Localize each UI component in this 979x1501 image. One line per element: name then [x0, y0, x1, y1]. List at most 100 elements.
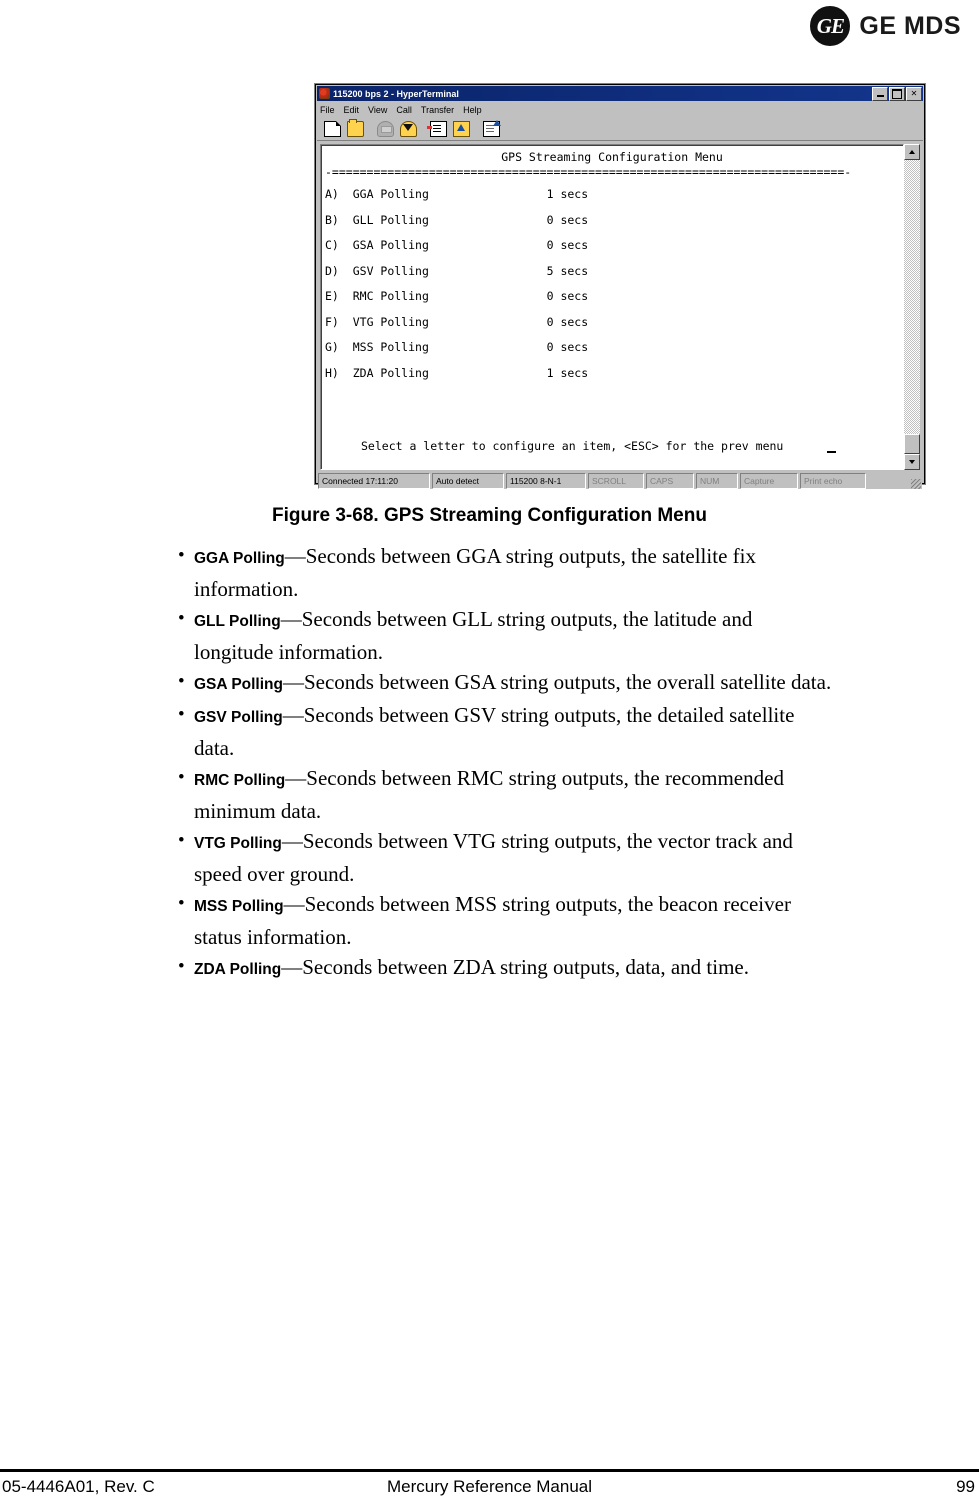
status-line-settings: 115200 8-N-1: [506, 473, 586, 489]
terminal-prompt-line: Select a letter to configure an item, <E…: [325, 440, 899, 453]
list-item-body: VTG Polling—Seconds between VTG string o…: [194, 826, 834, 889]
status-num: NUM: [696, 473, 738, 489]
hangup-icon: [399, 121, 417, 137]
scroll-down-button[interactable]: [904, 454, 920, 470]
scrollbar-thumb[interactable]: [904, 434, 920, 454]
send-file-button[interactable]: [426, 118, 449, 140]
maximize-button[interactable]: [889, 86, 905, 101]
hangup-button[interactable]: [397, 118, 419, 140]
scrollbar-track[interactable]: [904, 160, 920, 454]
ge-monogram-icon: GE: [810, 6, 851, 46]
terminal-cursor: [827, 450, 837, 453]
bullet-icon: •: [178, 956, 185, 977]
terminal-menu-row: B) GLL Polling 0 secs: [325, 212, 899, 241]
terminal-area: GPS Streaming Configuration Menu -======…: [318, 142, 922, 472]
list-item: • MSS Polling—Seconds between MSS string…: [178, 889, 978, 952]
list-item-term: MSS Polling: [194, 898, 284, 915]
list-item: • RMC Polling—Seconds between RMC string…: [178, 763, 978, 826]
bullet-icon: •: [178, 545, 185, 566]
list-item: • ZDA Polling—Seconds between ZDA string…: [178, 952, 978, 985]
menu-row-label: GSA Polling: [352, 238, 429, 252]
menu-bar: File Edit View Call Transfer Help: [317, 102, 923, 117]
terminal-menu-row: H) ZDA Polling 1 secs: [325, 365, 899, 394]
status-connected: Connected 17:11:20: [318, 473, 430, 489]
menu-row-label: GGA Polling: [352, 187, 429, 201]
menu-row-key: D): [325, 263, 339, 278]
menu-row-label: GLL Polling: [352, 212, 429, 227]
toolbar-separator-1: [367, 120, 373, 139]
list-item-text: —Seconds between ZDA string outputs, dat…: [281, 955, 750, 979]
list-item-body: GLL Polling—Seconds between GLL string o…: [194, 604, 834, 667]
list-item-term: GSA Polling: [194, 676, 283, 693]
open-connection-button[interactable]: [344, 118, 366, 140]
bullet-icon: •: [178, 830, 185, 851]
list-item-body: GSV Polling—Seconds between GSV string o…: [194, 700, 834, 763]
window-controls: ✕: [872, 86, 922, 101]
menu-row-value: 5 secs: [546, 263, 589, 278]
chevron-down-icon: [909, 460, 915, 464]
scroll-up-button[interactable]: [904, 144, 920, 160]
open-connection-icon: [346, 119, 364, 137]
terminal-scrollbar[interactable]: [904, 144, 920, 470]
menu-row-value: 0 secs: [546, 289, 589, 303]
status-caps: CAPS: [646, 473, 694, 489]
menu-row-label: RMC Polling: [352, 289, 429, 303]
receive-file-button[interactable]: [450, 118, 472, 140]
menu-row-value: 0 secs: [546, 340, 589, 354]
list-item-text: —Seconds between VTG string outputs, the…: [194, 829, 793, 886]
menu-row-value: 1 secs: [546, 365, 589, 380]
list-item-text: —Seconds between MSS string outputs, the…: [194, 892, 791, 949]
new-connection-button[interactable]: [321, 118, 343, 140]
status-capture: Capture: [740, 473, 798, 489]
list-item-term: GLL Polling: [194, 613, 281, 630]
menu-row-label: ZDA Polling: [352, 365, 429, 380]
bullet-icon: •: [178, 704, 185, 725]
minimize-button[interactable]: [872, 86, 888, 101]
list-item: • GSV Polling—Seconds between GSV string…: [178, 700, 978, 763]
status-detect: Auto detect: [432, 473, 504, 489]
toolbar: [317, 118, 923, 141]
properties-button[interactable]: [480, 118, 502, 140]
window-title-bar: 115200 bps 2 - HyperTerminal ✕: [317, 86, 923, 101]
menu-row-value: 0 secs: [546, 238, 589, 252]
menu-row-key: B): [325, 212, 339, 227]
list-item-text: —Seconds between GSV string outputs, the…: [194, 703, 795, 760]
footer-divider: [0, 1469, 979, 1472]
menu-view[interactable]: View: [368, 105, 387, 115]
send-file-icon: [426, 121, 447, 137]
menu-file[interactable]: File: [320, 105, 335, 115]
terminal-menu-row: C) GSA Polling 0 secs: [325, 238, 899, 266]
bullet-icon: •: [178, 767, 185, 788]
menu-edit[interactable]: Edit: [344, 105, 360, 115]
ge-mds-logo: GE GE MDS: [810, 6, 961, 46]
menu-transfer[interactable]: Transfer: [421, 105, 454, 115]
grip-icon: [911, 479, 921, 489]
list-item-body: GSA Polling—Seconds between GSA string o…: [194, 667, 834, 700]
terminal-screen[interactable]: GPS Streaming Configuration Menu -======…: [320, 144, 904, 470]
figure-caption: Figure 3-68. GPS Streaming Configuration…: [272, 505, 707, 526]
list-item-term: GSV Polling: [194, 709, 283, 726]
list-item-term: GGA Polling: [194, 550, 285, 567]
terminal-menu-row: A) GGA Polling 1 secs: [325, 187, 899, 215]
toolbar-separator-3: [473, 120, 479, 139]
receive-file-icon: [452, 121, 470, 137]
menu-help[interactable]: Help: [463, 105, 482, 115]
resize-grip[interactable]: [868, 473, 922, 489]
menu-row-key: A): [325, 187, 339, 201]
dial-button[interactable]: [374, 118, 396, 140]
bullet-icon: •: [178, 608, 185, 629]
brand-name: GE MDS: [859, 11, 961, 40]
hyperterminal-icon: [319, 88, 330, 99]
hyperterminal-window: 115200 bps 2 - HyperTerminal ✕ File Edit…: [315, 84, 925, 489]
toolbar-separator-2: [420, 120, 426, 139]
menu-row-key: G): [325, 340, 339, 354]
menu-row-key: E): [325, 289, 339, 303]
list-item-body: RMC Polling—Seconds between RMC string o…: [194, 763, 834, 826]
menu-row-value: 0 secs: [546, 314, 589, 329]
menu-row-key: H): [325, 365, 339, 380]
close-button[interactable]: ✕: [906, 86, 922, 101]
menu-call[interactable]: Call: [396, 105, 412, 115]
properties-icon: [482, 120, 501, 137]
list-item-body: GGA Polling—Seconds between GGA string o…: [194, 541, 834, 604]
list-item: • GSA Polling—Seconds between GSA string…: [178, 667, 978, 700]
